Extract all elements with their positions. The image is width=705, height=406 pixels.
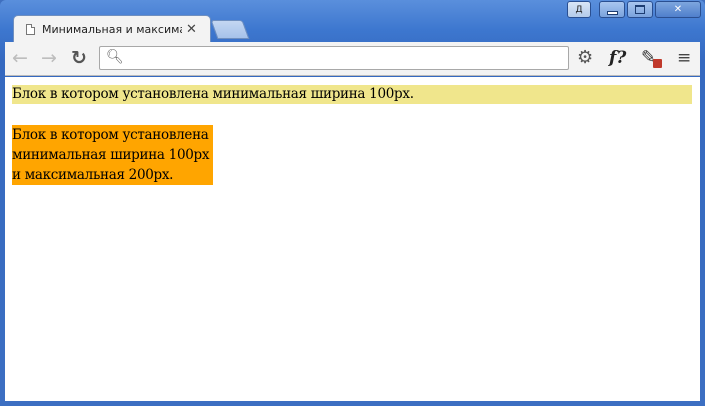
maximize-icon xyxy=(635,5,645,14)
address-bar[interactable]: 🔍︎ xyxy=(99,46,569,70)
min-width-block: Блок в котором установлена минимальная ш… xyxy=(12,85,692,104)
eyedropper-icon[interactable]: ✎ xyxy=(641,47,662,69)
new-tab-button[interactable] xyxy=(210,20,250,39)
block2-line: Блок в котором установлена xyxy=(12,127,209,143)
tab-close-button[interactable]: ✕ xyxy=(186,22,197,37)
toolbar: ← → ↻ 🔍︎ ⚙ f? ✎ ≡ xyxy=(5,42,700,76)
block2-line: минимальная ширина 100px xyxy=(12,147,210,163)
maximize-button[interactable] xyxy=(627,1,653,18)
forward-button[interactable]: → xyxy=(41,48,57,68)
address-input[interactable] xyxy=(126,49,560,69)
gear-icon[interactable]: ⚙ xyxy=(577,47,593,69)
back-button[interactable]: ← xyxy=(12,48,28,68)
page-icon xyxy=(26,24,35,35)
menu-icon[interactable]: ≡ xyxy=(677,47,691,69)
search-icon: 🔍︎ xyxy=(106,49,124,65)
browser-tab[interactable]: Минимальная и максимальн ✕ xyxy=(13,15,211,43)
profile-button[interactable]: Д xyxy=(567,1,591,18)
page-viewport: Блок в котором установлена минимальная ш… xyxy=(5,77,700,401)
extension-badge xyxy=(653,59,662,68)
tab-title: Минимальная и максимальн xyxy=(42,23,182,36)
reload-button[interactable]: ↻ xyxy=(71,48,87,68)
window-controls: Д ✕ xyxy=(567,1,701,18)
fx-extension-button[interactable]: f? xyxy=(609,47,626,69)
browser-window: Д ✕ Минимальная и максимальн ✕ ← → ↻ 🔍︎ … xyxy=(0,0,705,406)
block2-line: и максимальная 200px. xyxy=(12,167,174,183)
close-window-button[interactable]: ✕ xyxy=(655,1,701,18)
min-max-width-block: Блок в котором установлена минимальная ш… xyxy=(12,125,213,185)
minimize-icon xyxy=(606,10,618,15)
minimize-button[interactable] xyxy=(599,1,625,18)
